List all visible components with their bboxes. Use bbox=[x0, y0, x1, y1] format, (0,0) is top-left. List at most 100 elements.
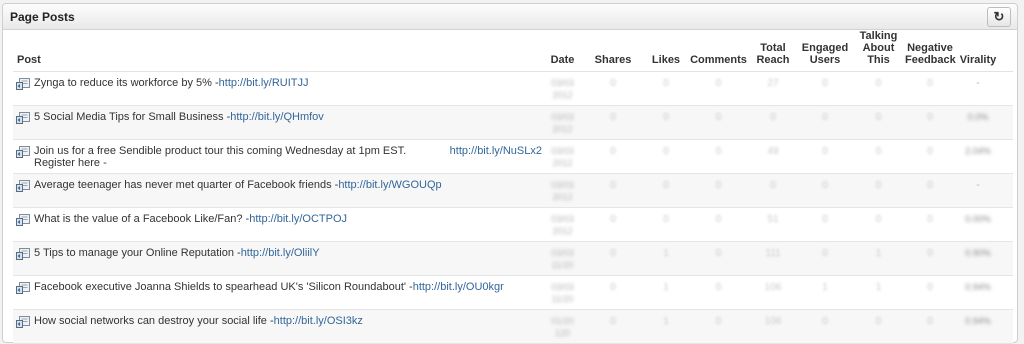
post-link[interactable]: http://bit.ly/OU0kgr bbox=[413, 281, 504, 293]
date-line1: 03/03 bbox=[551, 248, 574, 258]
col-date[interactable]: Date bbox=[542, 54, 583, 66]
likes-cell: 0 bbox=[643, 72, 689, 105]
post-text: Zynga to reduce its workforce by 5% - bbox=[34, 77, 219, 89]
shares-value: 0 bbox=[610, 180, 616, 191]
shares-cell: 0 bbox=[583, 208, 643, 241]
date-cell: 01/20 120 bbox=[542, 310, 583, 343]
post-link[interactable]: http://bit.ly/OSI3kz bbox=[274, 315, 363, 327]
likes-cell: 0 bbox=[643, 174, 689, 207]
virality-cell: - bbox=[955, 72, 1001, 105]
col-talking-about-line1: Talking bbox=[859, 30, 898, 42]
col-likes[interactable]: Likes bbox=[643, 54, 689, 66]
virality-cell: 0.00% bbox=[955, 208, 1001, 241]
post-link[interactable]: http://bit.ly/QHmfov bbox=[230, 111, 324, 123]
likes-cell: 1 bbox=[643, 276, 689, 309]
post-type-icon bbox=[16, 112, 30, 124]
shares-value: 0 bbox=[610, 316, 616, 327]
col-negative-feedback[interactable]: Negative Feedback bbox=[905, 42, 956, 66]
engaged-value: 0 bbox=[822, 112, 828, 123]
date-line1: 03/03 bbox=[551, 214, 574, 224]
engaged-value: 0 bbox=[822, 248, 828, 259]
post-text: How social networks can destroy your soc… bbox=[34, 315, 274, 327]
table-row: Average teenager has never met quarter o… bbox=[13, 174, 1013, 208]
talking-cell: 1 bbox=[852, 242, 905, 275]
negative-value: 0 bbox=[927, 78, 933, 89]
engaged-value: 0 bbox=[822, 146, 828, 157]
talking-cell: 0 bbox=[852, 208, 905, 241]
talking-cell: 0 bbox=[852, 174, 905, 207]
post-text: Facebook executive Joanna Shields to spe… bbox=[34, 281, 413, 293]
virality-value: 0.94% bbox=[965, 316, 991, 326]
post-link[interactable]: http://bit.ly/OCTPOJ bbox=[249, 213, 347, 225]
engaged-cell: 1 bbox=[798, 276, 852, 309]
date-line2: 120 bbox=[554, 328, 571, 338]
post-type-icon bbox=[16, 78, 30, 90]
post-type-icon bbox=[16, 180, 30, 192]
virality-value: - bbox=[976, 179, 980, 191]
negative-value: 0 bbox=[927, 282, 933, 293]
negative-cell: 0 bbox=[905, 72, 955, 105]
virality-value: 0.00% bbox=[965, 214, 991, 224]
negative-value: 0 bbox=[927, 214, 933, 225]
post-type-icon bbox=[16, 146, 30, 158]
shares-value: 0 bbox=[610, 78, 616, 89]
post-link[interactable]: http://bit.ly/NuSLx2 bbox=[450, 145, 542, 157]
talking-value: 0 bbox=[875, 214, 882, 225]
virality-value: - bbox=[976, 77, 980, 89]
virality-cell: - bbox=[955, 174, 1001, 207]
negative-value: 0 bbox=[927, 248, 933, 259]
negative-value: 0 bbox=[927, 146, 933, 157]
engaged-cell: 0 bbox=[798, 174, 852, 207]
col-engaged-users-line1: Engaged bbox=[801, 42, 849, 54]
engaged-value: 0 bbox=[822, 316, 828, 327]
col-total-reach[interactable]: Total Reach bbox=[748, 42, 798, 66]
col-post[interactable]: Post bbox=[13, 54, 542, 66]
comments-cell: 0 bbox=[689, 208, 748, 241]
negative-cell: 0 bbox=[905, 242, 955, 275]
likes-value: 1 bbox=[663, 282, 669, 293]
post-link[interactable]: http://bit.ly/WGOUQp bbox=[338, 179, 441, 191]
panel-header: Page Posts ↻ bbox=[3, 4, 1017, 30]
talking-cell: 1 bbox=[852, 276, 905, 309]
reach-cell: 0 bbox=[748, 106, 798, 139]
reach-cell: 106 bbox=[748, 276, 798, 309]
post-cell: Join us for a free Sendible product tour… bbox=[13, 140, 542, 173]
virality-value: 0.94% bbox=[965, 282, 991, 292]
likes-value: 0 bbox=[663, 146, 669, 157]
post-link[interactable]: http://bit.ly/RUITJJ bbox=[219, 77, 309, 89]
talking-value: 0 bbox=[875, 316, 882, 327]
talking-value: 0 bbox=[875, 78, 882, 89]
talking-value: 1 bbox=[875, 248, 882, 259]
date-line2: 2012 bbox=[552, 124, 573, 134]
talking-value: 0 bbox=[875, 112, 882, 123]
reach-cell: 0 bbox=[748, 174, 798, 207]
virality-cell: 0.0% bbox=[955, 106, 1001, 139]
col-shares[interactable]: Shares bbox=[583, 54, 643, 66]
post-link[interactable]: http://bit.ly/OliilY bbox=[241, 247, 320, 259]
comments-value: 0 bbox=[715, 146, 722, 157]
date-cell: 03/03 11/20 bbox=[542, 276, 583, 309]
reach-value: 49 bbox=[767, 146, 779, 157]
col-talking-about[interactable]: Talking About This bbox=[852, 30, 905, 66]
table-row: 5 Social Media Tips for Small Business -… bbox=[13, 106, 1013, 140]
negative-cell: 0 bbox=[905, 140, 955, 173]
date-line1: 03/03 bbox=[551, 180, 574, 190]
date-line2: 11/20 bbox=[551, 260, 574, 270]
refresh-button[interactable]: ↻ bbox=[987, 6, 1011, 27]
date-line1: 03/03 bbox=[551, 146, 574, 156]
date-line2: 11/20 bbox=[551, 294, 574, 304]
shares-value: 0 bbox=[610, 112, 616, 123]
post-text: 5 Social Media Tips for Small Business - bbox=[34, 111, 231, 123]
date-cell: 03/03 2012 bbox=[542, 174, 583, 207]
reach-value: 0 bbox=[770, 112, 776, 123]
shares-cell: 0 bbox=[583, 276, 643, 309]
negative-cell: 0 bbox=[905, 276, 955, 309]
virality-cell: 0.94% bbox=[955, 310, 1001, 343]
col-virality[interactable]: Virality bbox=[955, 54, 1001, 66]
shares-cell: 0 bbox=[583, 140, 643, 173]
col-comments[interactable]: Comments bbox=[689, 54, 748, 66]
col-engaged-users[interactable]: Engaged Users bbox=[798, 42, 852, 66]
reach-cell: 49 bbox=[748, 140, 798, 173]
talking-value: 0 bbox=[875, 146, 882, 157]
table-row: How social networks can destroy your soc… bbox=[13, 310, 1013, 344]
